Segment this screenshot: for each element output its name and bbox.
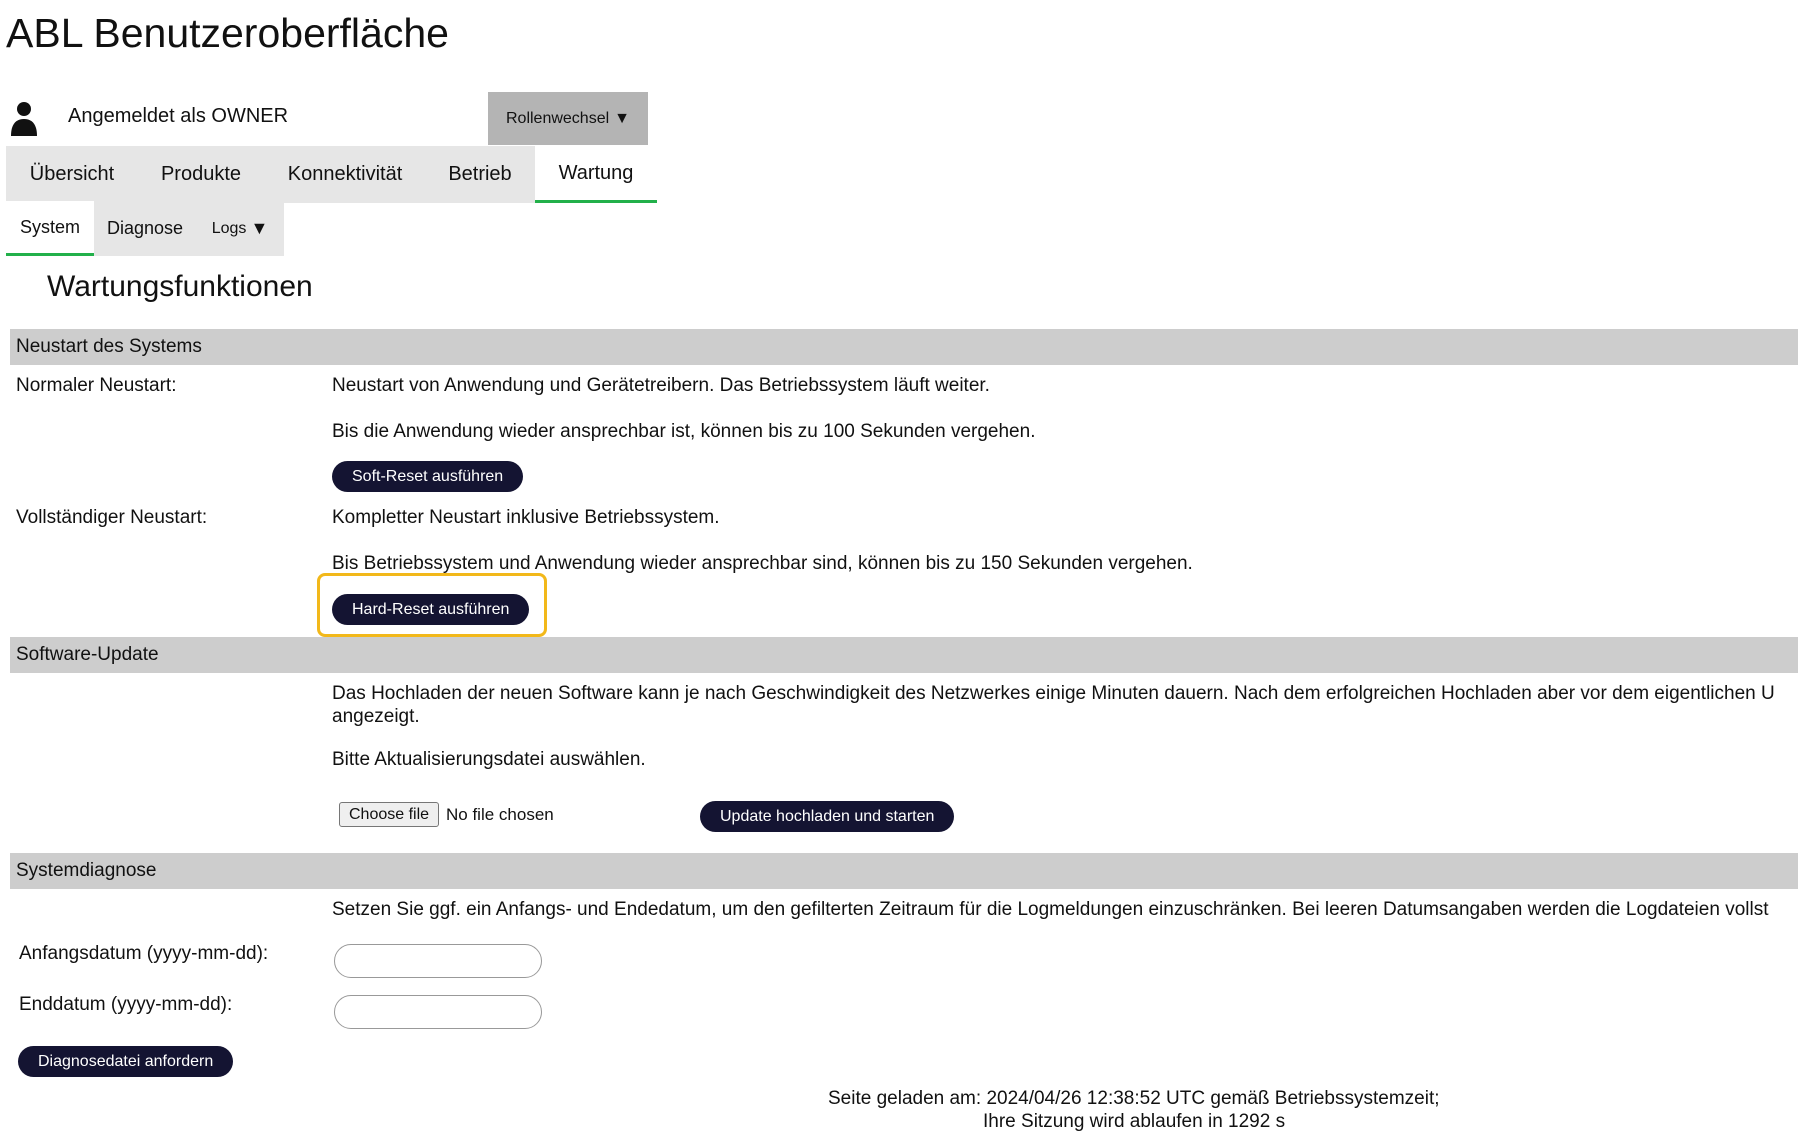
- end-date-input[interactable]: [334, 995, 542, 1029]
- subtab-logs[interactable]: Logs ▼: [196, 201, 284, 256]
- tab-produkte[interactable]: Produkte: [138, 146, 264, 203]
- session-timeout-info: Ihre Sitzung wird ablaufen in 1292 s: [983, 1111, 1286, 1132]
- subtab-label: Diagnose: [106, 218, 184, 238]
- subtab-diagnose[interactable]: Diagnose: [94, 201, 196, 256]
- user-icon: [11, 102, 37, 136]
- page-loaded-info: Seite geladen am: 2024/04/26 12:38:52 UT…: [828, 1088, 1440, 1109]
- normal-restart-duration: Bis die Anwendung wieder ansprechbar ist…: [332, 421, 1036, 442]
- update-description: Das Hochladen der neuen Software kann je…: [332, 683, 1775, 704]
- app-title: ABL Benutzeroberfläche: [6, 10, 449, 56]
- file-status: No file chosen: [446, 805, 554, 824]
- full-restart-description: Kompletter Neustart inklusive Betriebssy…: [332, 507, 720, 528]
- update-description-continued: angezeigt.: [332, 706, 420, 727]
- role-switch-button[interactable]: Rollenwechsel ▼: [488, 92, 648, 145]
- chevron-down-icon: ▼: [250, 218, 269, 238]
- start-date-label: Anfangsdatum (yyyy-mm-dd):: [19, 943, 269, 964]
- section-header-restart: Neustart des Systems: [10, 329, 1798, 365]
- end-date-label: Enddatum (yyyy-mm-dd):: [19, 994, 233, 1015]
- chevron-down-icon: ▼: [614, 109, 630, 127]
- full-restart-duration: Bis Betriebssystem und Anwendung wieder …: [332, 553, 1193, 574]
- soft-reset-button[interactable]: Soft-Reset ausführen: [332, 461, 524, 492]
- hard-reset-button[interactable]: Hard-Reset ausführen: [332, 594, 530, 625]
- tab-betrieb[interactable]: Betrieb: [426, 146, 534, 203]
- diagnosis-description: Setzen Sie ggf. ein Anfangs- und Endedat…: [332, 899, 1769, 920]
- section-header-diagnosis: Systemdiagnose: [10, 853, 1798, 889]
- subtab-label: Logs: [211, 219, 247, 237]
- select-file-hint: Bitte Aktualisierungsdatei auswählen.: [332, 749, 646, 770]
- choose-file-button[interactable]: Choose file: [339, 802, 440, 827]
- start-date-input[interactable]: [334, 944, 542, 978]
- upload-update-button[interactable]: Update hochladen und starten: [700, 801, 955, 832]
- subtab-label: System: [19, 216, 80, 237]
- tab-konnektivitaet[interactable]: Konnektivität: [264, 146, 426, 203]
- normal-restart-description: Neustart von Anwendung und Gerätetreiber…: [332, 375, 990, 396]
- request-diagnosis-button[interactable]: Diagnosedatei anfordern: [18, 1046, 234, 1077]
- tab-wartung[interactable]: Wartung: [535, 146, 657, 203]
- tab-uebersicht[interactable]: Übersicht: [6, 146, 138, 203]
- section-header-update: Software-Update: [10, 637, 1798, 673]
- tab-label: Konnektivität: [287, 163, 403, 185]
- page-title: Wartungsfunktionen: [47, 270, 313, 303]
- tab-label: Wartung: [558, 161, 634, 184]
- tab-label: Betrieb: [448, 163, 512, 185]
- normal-restart-label: Normaler Neustart:: [16, 375, 177, 396]
- tab-label: Produkte: [160, 163, 242, 185]
- logged-in-user: Angemeldet als OWNER: [68, 105, 289, 127]
- tab-label: Übersicht: [29, 163, 115, 185]
- role-switch-label: Rollenwechsel: [505, 109, 610, 127]
- subtab-system[interactable]: System: [6, 201, 94, 256]
- full-restart-label: Vollständiger Neustart:: [16, 507, 208, 528]
